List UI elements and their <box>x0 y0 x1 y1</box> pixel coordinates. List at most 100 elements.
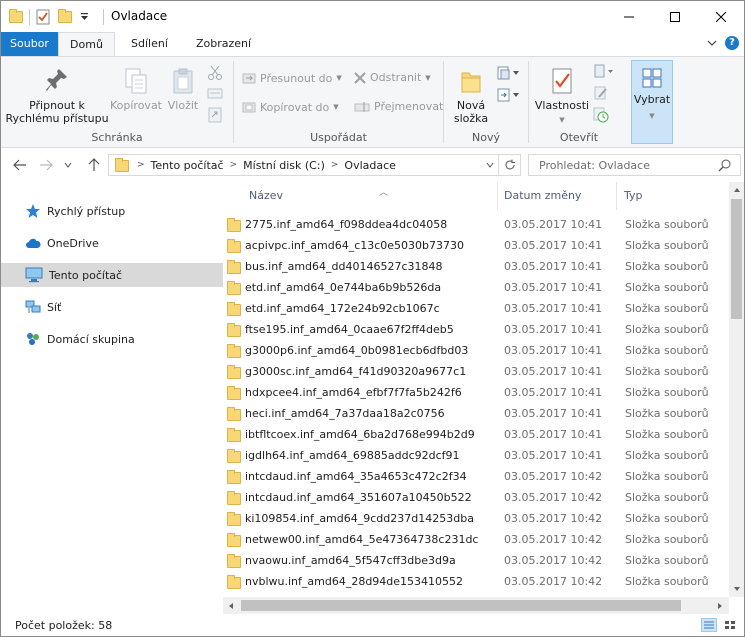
select-button[interactable]: Vybrat ▼ <box>632 67 672 123</box>
horizontal-scroll-thumb[interactable] <box>241 600 681 611</box>
breadcrumb-separator[interactable]: > <box>329 160 341 170</box>
file-row[interactable]: netwew00.inf_amd64_5e47364738c231dc 03.05… <box>223 529 721 550</box>
breadcrumb-this-pc[interactable]: Tento počítač <box>147 159 228 172</box>
scroll-right-icon[interactable] <box>717 602 723 610</box>
file-row[interactable]: intcdaud.inf_amd64_351607a10450b522 03.05… <box>223 487 721 508</box>
scroll-down-icon[interactable] <box>733 586 741 592</box>
nav-item-quick-access[interactable]: Rychlý přístup <box>1 199 223 223</box>
breadcrumb-separator[interactable]: > <box>228 160 240 170</box>
rename-button[interactable]: Přejmenovat <box>354 100 443 113</box>
select-label: Vybrat <box>633 93 671 106</box>
delete-icon <box>354 71 366 84</box>
nav-item-this-pc[interactable]: Tento počítač <box>1 263 223 287</box>
nav-item-onedrive[interactable]: OneDrive <box>1 231 223 255</box>
file-row[interactable]: etd.inf_amd64_172e24b92cb1067c 03.05.2017… <box>223 298 721 319</box>
nav-label: Rychlý přístup <box>47 204 126 218</box>
column-header-date[interactable]: Datum změny <box>496 182 616 210</box>
tab-share[interactable]: Sdílení <box>119 32 180 56</box>
scroll-up-icon[interactable] <box>733 187 741 193</box>
file-row[interactable]: igdlh64.inf_amd64_69885addc92dcf91 03.05.… <box>223 445 721 466</box>
nav-item-homegroup[interactable]: Domácí skupina <box>1 327 223 351</box>
easy-access-icon[interactable] <box>496 87 522 103</box>
new-folder-button[interactable]: Nová složka <box>450 67 492 125</box>
properties-qat-icon[interactable] <box>36 9 50 25</box>
file-row[interactable]: g3000p6.inf_amd64_0b0981ecb6dfbd03 03.05.… <box>223 340 721 361</box>
vertical-scrollbar[interactable] <box>729 182 744 597</box>
back-arrow-icon[interactable] <box>13 159 27 171</box>
new-folder-qat-icon[interactable] <box>58 9 72 23</box>
column-header-name[interactable]: ︿ Název <box>241 182 497 210</box>
paste-button[interactable]: Vložit <box>163 67 203 112</box>
file-row[interactable]: 2775.inf_amd64_f098ddea4dc04058 03.05.201… <box>223 214 721 235</box>
network-icon <box>25 300 41 313</box>
group-organize: Přesunout do ▼ Kopírovat do ▼ Odstranit … <box>234 57 443 147</box>
open-icon[interactable] <box>593 63 615 79</box>
file-type: Složka souborů <box>625 470 709 483</box>
vertical-scroll-thumb[interactable] <box>731 199 742 319</box>
file-type: Složka souborů <box>625 365 709 378</box>
copy-to-button[interactable]: Kopírovat do ▼ <box>242 100 339 114</box>
large-icons-view-button[interactable] <box>722 618 738 632</box>
close-button[interactable] <box>698 1 744 32</box>
column-header-type[interactable]: Typ <box>616 182 726 210</box>
address-dropdown-icon[interactable] <box>486 162 494 168</box>
file-row[interactable]: acpivpc.inf_amd64_c13c0e5030b73730 03.05.… <box>223 235 721 256</box>
file-name: acpivpc.inf_amd64_c13c0e5030b73730 <box>245 239 465 252</box>
minimize-button[interactable] <box>606 1 652 32</box>
search-box[interactable]: Prohledat: Ovladace <box>528 154 741 176</box>
file-row[interactable]: nvblwu.inf_amd64_28d94de153410552 03.05.2… <box>223 571 721 592</box>
file-name: bus.inf_amd64_dd40146527c31848 <box>245 260 443 273</box>
cut-icon[interactable] <box>207 65 223 81</box>
edit-icon[interactable] <box>593 85 609 101</box>
collapse-ribbon-icon[interactable] <box>707 39 717 47</box>
breadcrumb-local-disk[interactable]: Místní disk (C:) <box>239 159 329 172</box>
copy-path-icon[interactable] <box>207 87 223 101</box>
up-arrow-icon[interactable] <box>88 158 100 172</box>
breadcrumb-ovladace[interactable]: Ovladace <box>340 159 400 172</box>
paste-shortcut-icon[interactable] <box>207 107 223 123</box>
copy-button[interactable]: Kopírovat <box>107 67 165 112</box>
address-bar[interactable]: > Tento počítač > Místní disk (C:) > Ovl… <box>108 154 521 176</box>
scroll-left-icon[interactable] <box>228 602 234 610</box>
search-placeholder: Prohledat: Ovladace <box>539 159 650 172</box>
file-row[interactable]: intcdaud.inf_amd64_35a4653c472c2f34 03.05… <box>223 466 721 487</box>
forward-arrow-icon[interactable] <box>39 159 53 171</box>
nav-item-network[interactable]: Síť <box>1 295 223 319</box>
tab-file[interactable]: Soubor <box>1 32 58 56</box>
file-row[interactable]: bus.inf_amd64_dd40146527c31848 03.05.2017… <box>223 256 721 277</box>
properties-label: Vlastnosti <box>534 99 590 112</box>
file-row[interactable]: ki109854.inf_amd64_9cdd237d14253dba 03.05… <box>223 508 721 529</box>
paste-label: Vložit <box>167 99 199 112</box>
tab-view[interactable]: Zobrazení <box>184 32 263 56</box>
file-date: 03.05.2017 10:41 <box>504 344 603 357</box>
tab-home[interactable]: Domů <box>58 32 115 57</box>
search-icon[interactable] <box>718 158 732 172</box>
details-view-button[interactable] <box>701 618 717 632</box>
new-item-icon[interactable] <box>496 65 522 81</box>
file-type: Složka souborů <box>625 260 709 273</box>
file-row[interactable]: ibtfltcoex.inf_amd64_6ba2d768e994b2d9 03.… <box>223 424 721 445</box>
history-icon[interactable] <box>593 107 609 123</box>
qat-customize-icon[interactable] <box>80 12 89 22</box>
file-row[interactable]: heci.inf_amd64_7a37daa18a2c0756 03.05.201… <box>223 403 721 424</box>
recent-locations-icon[interactable] <box>64 162 72 168</box>
breadcrumb-separator[interactable]: > <box>135 160 147 170</box>
file-row[interactable]: etd.inf_amd64_0e744ba6b9b526da 03.05.2017… <box>223 277 721 298</box>
group-select[interactable]: Vybrat ▼ <box>631 60 673 144</box>
horizontal-scrollbar[interactable] <box>223 597 729 614</box>
file-row[interactable]: nvaowu.inf_amd64_5f547cff3dbe3d9a 03.05.2… <box>223 550 721 571</box>
properties-button[interactable]: Vlastnosti ▼ <box>533 67 591 127</box>
file-row[interactable]: ftse195.inf_amd64_0caae67f2ff4deb5 03.05.… <box>223 319 721 340</box>
delete-button[interactable]: Odstranit ▼ <box>354 71 431 84</box>
file-row[interactable]: g3000sc.inf_amd64_f41d90320a9677c1 03.05.… <box>223 361 721 382</box>
nav-label: OneDrive <box>47 236 99 250</box>
refresh-button[interactable] <box>498 155 520 175</box>
pin-quick-access-button[interactable]: Připnout k Rychlému přístupu <box>5 67 109 125</box>
help-icon[interactable]: ? <box>725 36 739 50</box>
file-date: 03.05.2017 10:42 <box>504 512 603 525</box>
file-row[interactable]: hdxpcee4.inf_amd64_efbf7f7fa5b242f6 03.05… <box>223 382 721 403</box>
move-to-button[interactable]: Přesunout do ▼ <box>242 71 342 85</box>
file-date: 03.05.2017 10:42 <box>504 533 603 546</box>
column-type-label: Typ <box>624 189 643 202</box>
maximize-button[interactable] <box>652 1 698 32</box>
